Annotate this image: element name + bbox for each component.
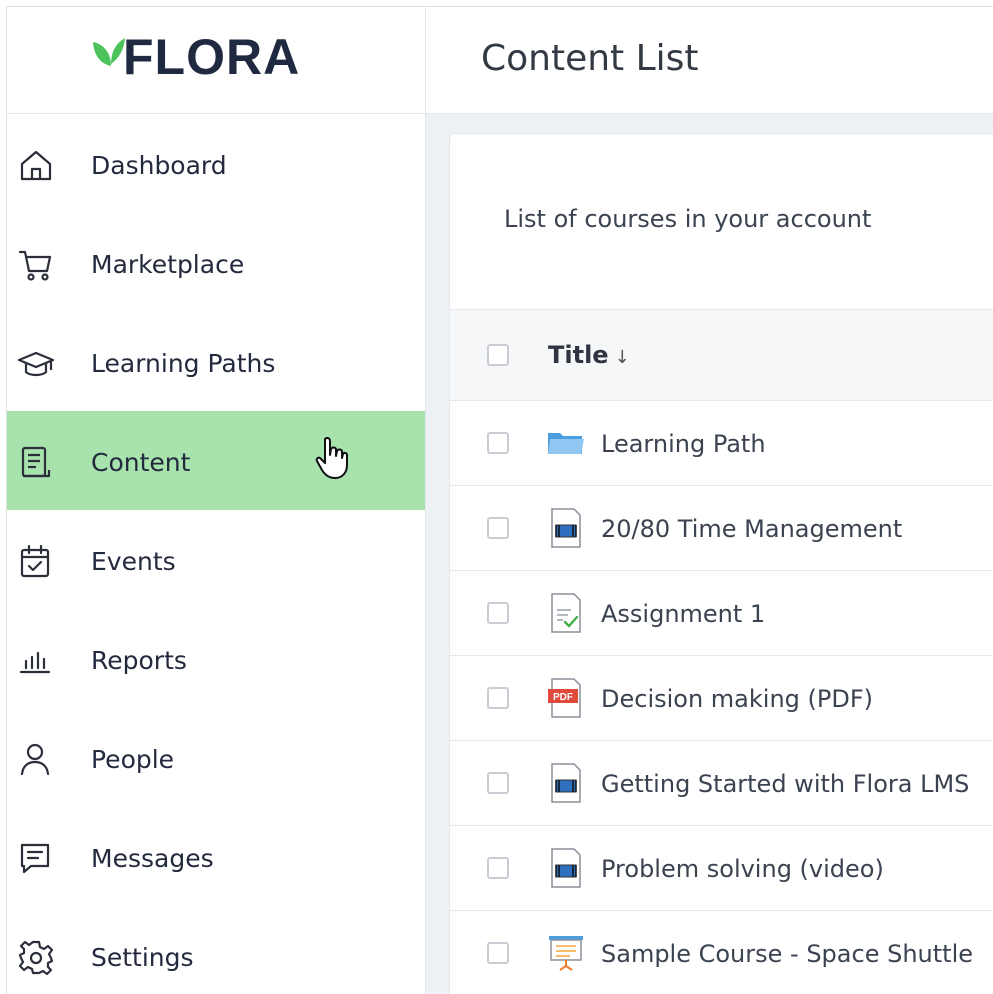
row-checkbox[interactable] [487,772,509,794]
row-checkbox[interactable] [487,432,509,454]
row-title[interactable]: Getting Started with Flora LMS [601,741,969,827]
content-card: List of courses in your account Title ↓ L… [449,133,993,994]
video-file-icon [546,762,586,804]
row-title[interactable]: 20/80 Time Management [601,486,902,572]
assignment-icon [546,592,586,634]
table-row[interactable]: 20/80 Time Management [450,486,993,571]
table-row[interactable]: Sample Course - Space Shuttle [450,911,993,994]
sidebar-item-people[interactable]: People [7,708,425,807]
logo-text: FLORA [123,29,301,85]
video-file-icon [546,847,586,889]
cart-icon [17,246,55,284]
message-icon [17,840,55,878]
row-title[interactable]: Assignment 1 [601,571,765,657]
card-description: List of courses in your account [504,205,872,233]
graduation-cap-icon [17,345,55,383]
table-row[interactable]: Getting Started with Flora LMS [450,741,993,826]
table-row[interactable]: PDF Decision making (PDF) [450,656,993,741]
sidebar-item-events[interactable]: Events [7,510,425,609]
table-row[interactable]: Problem solving (video) [450,826,993,911]
row-checkbox[interactable] [487,517,509,539]
content-table: Learning Path 20/80 Time Management Assi… [450,401,993,994]
row-checkbox[interactable] [487,857,509,879]
folder-icon [546,422,586,464]
row-title[interactable]: Sample Course - Space Shuttle [601,911,973,994]
row-checkbox[interactable] [487,942,509,964]
row-title[interactable]: Decision making (PDF) [601,656,873,742]
logo[interactable]: FLORA [7,7,425,114]
table-row[interactable]: Assignment 1 [450,571,993,656]
sidebar-item-label: Messages [91,844,214,873]
sort-arrow-icon: ↓ [614,347,630,368]
sidebar-item-content[interactable]: Content [7,411,425,510]
table-header: Title ↓ [450,309,993,401]
sidebar-item-reports[interactable]: Reports [7,609,425,708]
presentation-icon [546,932,586,974]
sidebar-item-label: Events [91,547,176,576]
content-icon [17,444,55,482]
calendar-check-icon [17,543,55,581]
gear-icon [17,939,55,977]
sidebar-item-label: Dashboard [91,151,227,180]
sidebar-item-learning-paths[interactable]: Learning Paths [7,312,425,411]
sidebar: FLORA Dashboard Marketplace Learning Pat… [7,7,426,994]
title-column-label: Title [548,341,609,369]
sidebar-item-marketplace[interactable]: Marketplace [7,213,425,312]
person-icon [17,741,55,779]
sidebar-item-label: Learning Paths [91,349,276,378]
hand-cursor-icon [315,436,348,479]
sidebar-item-label: Settings [91,943,194,972]
sidebar-nav: Dashboard Marketplace Learning Paths Con… [7,114,425,994]
sidebar-item-label: Content [91,448,191,477]
svg-text:PDF: PDF [553,692,573,703]
home-icon [17,147,55,185]
sidebar-item-settings[interactable]: Settings [7,906,425,994]
page-header: Content List [426,7,993,114]
row-title[interactable]: Learning Path [601,401,766,487]
row-checkbox[interactable] [487,602,509,624]
sidebar-item-messages[interactable]: Messages [7,807,425,906]
bar-chart-icon [17,642,55,680]
row-title[interactable]: Problem solving (video) [601,826,884,912]
sidebar-item-label: Reports [91,646,187,675]
video-file-icon [546,507,586,549]
app-window: FLORA Dashboard Marketplace Learning Pat… [6,6,993,994]
select-all-checkbox[interactable] [487,344,509,366]
table-row[interactable]: Learning Path [450,401,993,486]
page-title: Content List [481,38,699,79]
title-column-header[interactable]: Title ↓ [548,336,630,377]
sidebar-item-dashboard[interactable]: Dashboard [7,114,425,213]
pdf-file-icon: PDF [546,677,586,719]
row-checkbox[interactable] [487,687,509,709]
sidebar-item-label: Marketplace [91,250,245,279]
sidebar-item-label: People [91,745,175,774]
